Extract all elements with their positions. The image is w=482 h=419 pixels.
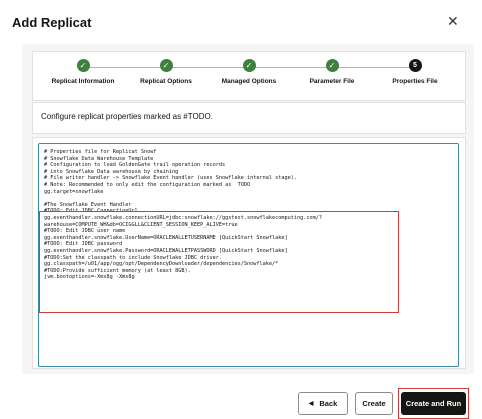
properties-editor-panel: # Properties file for Replicat Snowf # S… (32, 137, 466, 369)
close-icon[interactable]: ✕ (447, 13, 459, 30)
train-stepper: ✓ Replicat Information ✓ Replicat Option… (32, 51, 466, 101)
chevron-left-icon: ◀ (308, 401, 314, 407)
todo-highlight-box (39, 211, 399, 313)
dialog-body: ✓ Replicat Information ✓ Replicat Option… (22, 44, 474, 374)
back-button-label: Back (319, 399, 338, 408)
create-and-run-highlight-box (398, 388, 469, 419)
check-icon: ✓ (76, 59, 90, 72)
back-button[interactable]: ◀ Back (298, 392, 348, 415)
properties-textarea[interactable]: # Properties file for Replicat Snowf # S… (38, 143, 459, 367)
check-icon: ✓ (242, 59, 256, 72)
create-button[interactable]: Create (355, 392, 393, 415)
instruction-box: Configure replicat properties marked as … (32, 102, 466, 134)
step-number-badge: 5 (408, 59, 422, 72)
create-button-label: Create (362, 399, 386, 408)
step-properties-file[interactable]: 5 Properties File (365, 59, 465, 85)
dialog-title: Add Replicat (12, 15, 92, 30)
instruction-text: Configure replicat properties marked as … (41, 112, 213, 121)
check-icon: ✓ (325, 59, 339, 72)
step-label: Properties File (392, 78, 438, 85)
check-icon: ✓ (159, 59, 173, 72)
